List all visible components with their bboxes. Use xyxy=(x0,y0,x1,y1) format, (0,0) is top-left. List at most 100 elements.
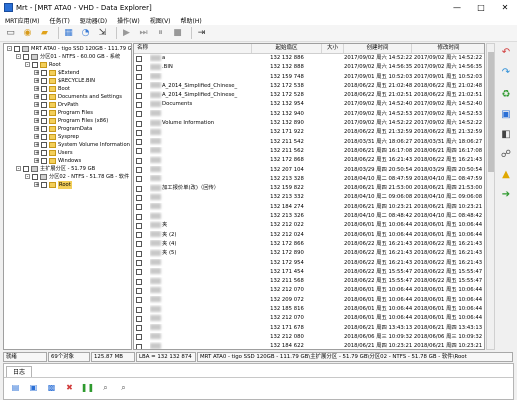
tree-node[interactable]: - Root xyxy=(4,61,131,69)
cd-icon[interactable]: ◉ xyxy=(21,27,34,40)
file-row[interactable]: 132 185 816 2018/06/01 周五 10:06:44 2018/06… xyxy=(134,305,484,314)
expand-toggle-icon[interactable]: + xyxy=(34,78,39,84)
maximize-button[interactable]: □ xyxy=(469,0,493,15)
row-checkbox[interactable] xyxy=(136,194,142,201)
row-checkbox[interactable] xyxy=(136,250,142,257)
preview-icon[interactable]: ◧ xyxy=(499,127,513,141)
tree-node-label[interactable]: Users xyxy=(58,149,73,157)
tree-node-label[interactable]: MRT ATA0 - tigo SSD 120GB - 111.79 GB xyxy=(31,45,131,53)
stop-icon[interactable]: ■ xyxy=(171,27,184,40)
expand-toggle-icon[interactable]: + xyxy=(34,158,39,164)
tree-checkbox[interactable] xyxy=(41,126,47,132)
file-row[interactable]: 132 212 070 2018/06/01 周五 10:06:44 2018/06… xyxy=(134,286,484,295)
row-checkbox[interactable] xyxy=(136,297,142,304)
tree-node[interactable]: + $Extend xyxy=(4,69,131,77)
new-log-icon[interactable]: ▤ xyxy=(10,382,21,393)
file-row[interactable]: 夹 (5) 132 172 890 2018/06/22 周五 16:21:43 20… xyxy=(134,249,484,258)
file-row[interactable]: 132 172 868 2018/06/22 周五 16:21:43 2018/06… xyxy=(134,156,484,165)
row-checkbox[interactable] xyxy=(136,343,142,349)
tree-node[interactable]: + Users xyxy=(4,149,131,157)
row-checkbox[interactable] xyxy=(136,92,142,99)
find-icon[interactable]: ⌕ xyxy=(100,382,111,393)
forward-arrow-icon[interactable]: ↷ xyxy=(499,65,513,79)
link-icon[interactable]: ☍ xyxy=(499,147,513,161)
tree-node[interactable]: - 分区01 - NTFS - 60.00 GB - 系统 xyxy=(4,53,131,61)
row-checkbox[interactable] xyxy=(136,64,142,71)
tree-checkbox[interactable] xyxy=(41,86,47,92)
file-row[interactable]: 132 132 940 2017/09/02 周六 14:52:53 2017/09… xyxy=(134,110,484,119)
tree-checkbox[interactable] xyxy=(41,182,47,188)
row-checkbox[interactable] xyxy=(136,185,142,192)
row-checkbox[interactable] xyxy=(136,74,142,81)
file-row[interactable]: 132 184 622 2018/06/21 周四 10:23:21 2018/06… xyxy=(134,342,484,349)
tree-checkbox[interactable] xyxy=(41,158,47,164)
tree-node-label[interactable]: Program Files (x86) xyxy=(58,117,108,125)
expand-toggle-icon[interactable]: + xyxy=(34,134,39,140)
file-row[interactable]: 132 172 954 2018/06/22 周五 16:21:43 2018/06… xyxy=(134,259,484,268)
disk-export-icon[interactable]: ⇥ xyxy=(195,27,208,40)
tree-checkbox[interactable] xyxy=(14,46,20,52)
expand-toggle-icon[interactable]: + xyxy=(34,102,39,108)
tree-node-label[interactable]: Boot xyxy=(58,85,70,93)
file-row[interactable]: 夹 (2) 132 212 024 2018/06/01 周五 10:06:44 20… xyxy=(134,231,484,240)
row-checkbox[interactable] xyxy=(136,241,142,248)
file-row[interactable]: 夹 132 212 022 2018/06/01 周五 10:06:44 2018/0… xyxy=(134,221,484,230)
row-checkbox[interactable] xyxy=(136,269,142,276)
menu-drive[interactable]: 驱动器(D) xyxy=(75,16,112,25)
row-checkbox[interactable] xyxy=(136,120,142,127)
collapse-toggle-icon[interactable]: - xyxy=(16,54,21,60)
pause-icon[interactable]: ⏸ xyxy=(154,27,167,40)
tree-node[interactable]: + System Volume Information xyxy=(4,141,131,149)
tree-node-label[interactable]: $Extend xyxy=(58,69,79,77)
tree-node[interactable]: + Root xyxy=(4,181,131,189)
tree-node[interactable]: - 主扩展分区 - 51.79 GB xyxy=(4,165,131,173)
row-checkbox[interactable] xyxy=(136,260,142,267)
collapse-toggle-icon[interactable]: - xyxy=(25,174,30,180)
row-checkbox[interactable] xyxy=(136,157,142,164)
header-created[interactable]: 创建时间 xyxy=(344,44,412,53)
row-checkbox[interactable] xyxy=(136,315,142,322)
menu-view[interactable]: 视图(V) xyxy=(145,16,176,25)
expand-toggle-icon[interactable]: + xyxy=(34,86,39,92)
tree-node[interactable]: + Windows xyxy=(4,157,131,165)
save-as-icon[interactable]: ▩ xyxy=(46,382,57,393)
file-row[interactable]: 132 159 748 2017/09/01 周五 10:52:03 2017/09… xyxy=(134,73,484,82)
tree-node-label[interactable]: System Volume Information xyxy=(58,141,130,149)
row-checkbox[interactable] xyxy=(136,101,142,108)
tree-node-label[interactable]: Windows xyxy=(58,157,81,165)
tree-node-label[interactable]: DrvPath xyxy=(58,101,79,109)
tree-checkbox[interactable] xyxy=(32,62,38,68)
save-log-icon[interactable]: ▣ xyxy=(28,382,39,393)
export-arrow-icon[interactable]: ➔ xyxy=(499,187,513,201)
expand-toggle-icon[interactable]: + xyxy=(34,110,39,116)
row-checkbox[interactable] xyxy=(136,306,142,313)
row-checkbox[interactable] xyxy=(136,111,142,118)
menu-mrt-app[interactable]: MRT应用(M) xyxy=(0,16,44,25)
collapse-toggle-icon[interactable]: - xyxy=(7,46,12,52)
row-checkbox[interactable] xyxy=(136,83,142,90)
import-icon[interactable]: ⇲ xyxy=(96,27,109,40)
save-icon[interactable]: ▣ xyxy=(499,107,513,121)
expand-toggle-icon[interactable]: + xyxy=(34,150,39,156)
file-row[interactable]: Volume Information 132 132 890 2017/09/02 … xyxy=(134,119,484,128)
tree-node[interactable]: + ProgramData xyxy=(4,125,131,133)
disk-icon[interactable]: ▭ xyxy=(4,27,17,40)
row-checkbox[interactable] xyxy=(136,139,142,146)
file-row[interactable]: 132 213 332 2018/04/10 周二 09:06:08 2018/04… xyxy=(134,193,484,202)
file-row[interactable]: 132 212 070 2018/06/01 周五 10:06:44 2018/06… xyxy=(134,314,484,323)
tree-checkbox[interactable] xyxy=(41,70,47,76)
tree-node-label[interactable]: 分区02 - NTFS - 51.78 GB - 软件 xyxy=(49,173,129,181)
tree-node-label[interactable]: $RECYCLE.BIN xyxy=(58,77,95,85)
expand-toggle-icon[interactable]: + xyxy=(34,142,39,148)
file-row[interactable]: A_2014_Simplified_Chinese_ 132 172 528 201… xyxy=(134,91,484,100)
file-row[interactable]: Documents 132 132 954 2017/09/02 周六 14:52:… xyxy=(134,100,484,109)
tree-node[interactable]: + Sysprep xyxy=(4,133,131,141)
row-checkbox[interactable] xyxy=(136,325,142,332)
row-checkbox[interactable] xyxy=(136,232,142,239)
row-checkbox[interactable] xyxy=(136,334,142,341)
collapse-toggle-icon[interactable]: - xyxy=(16,166,21,172)
tree-node[interactable]: + Program Files (x86) xyxy=(4,117,131,125)
row-checkbox[interactable] xyxy=(136,287,142,294)
close-button[interactable]: ✕ xyxy=(493,0,517,15)
row-checkbox[interactable] xyxy=(136,129,142,136)
